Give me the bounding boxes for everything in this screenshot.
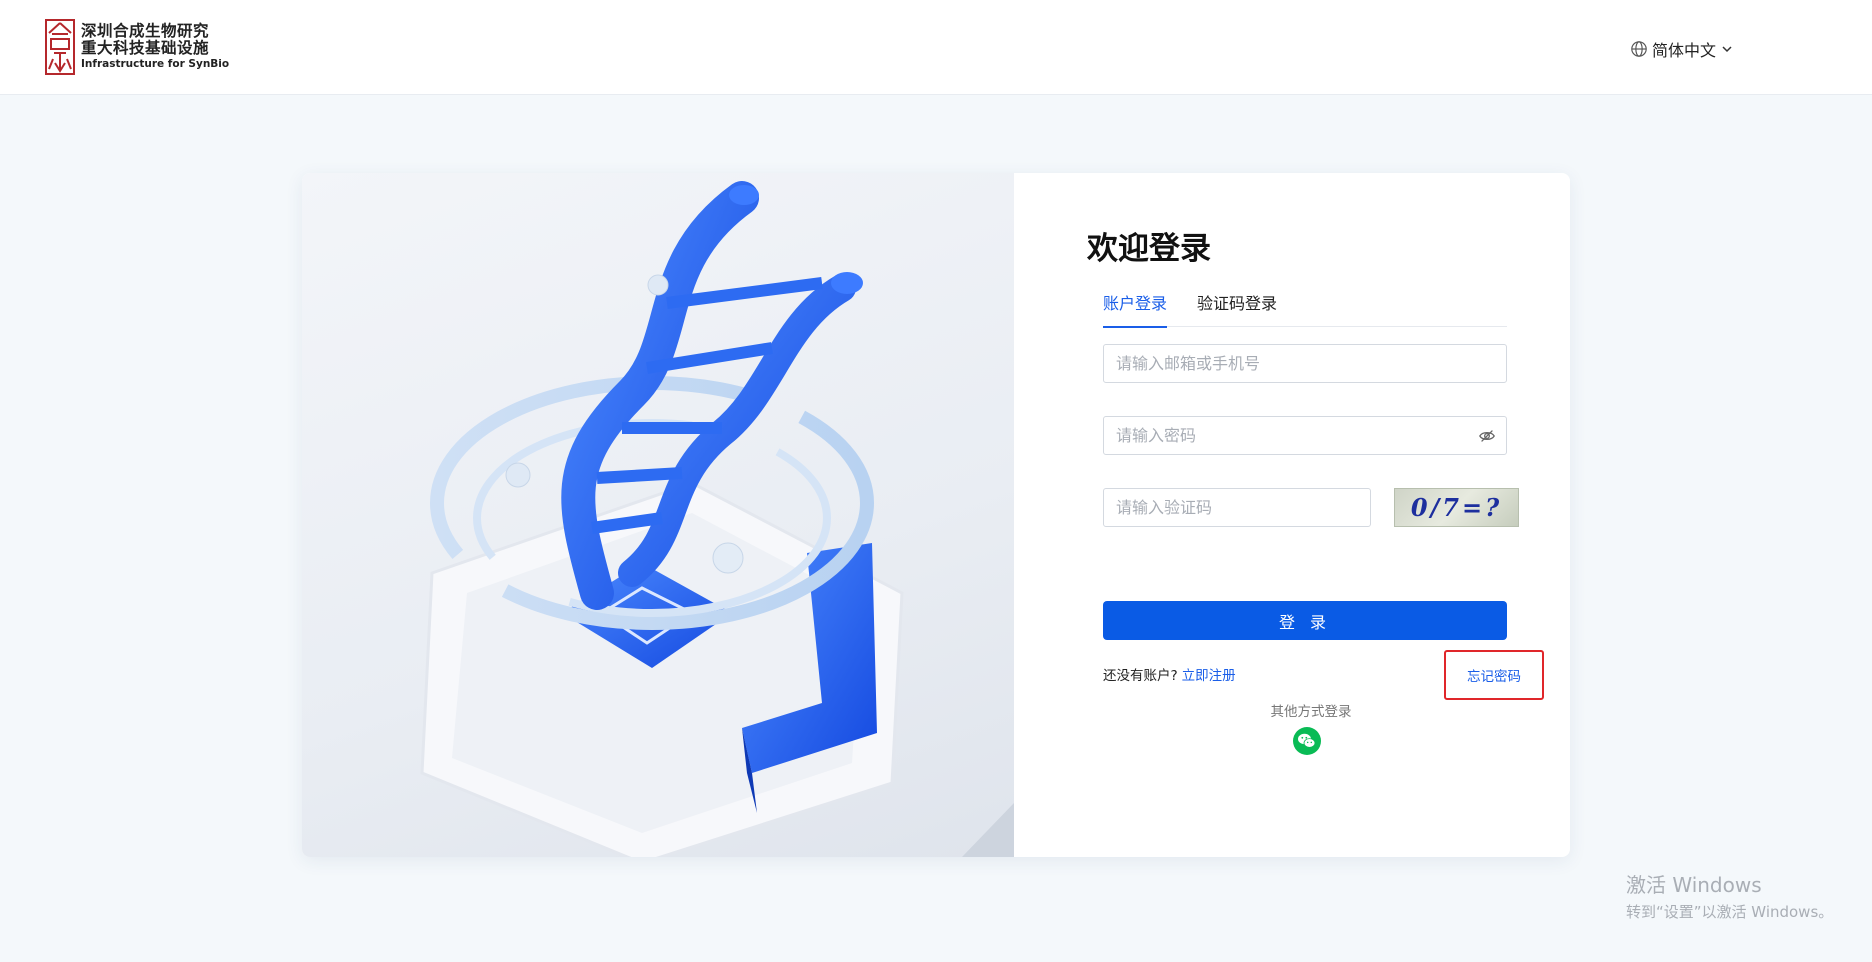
logo-seal-icon (45, 19, 75, 75)
windows-activation-watermark: 激活 Windows 转到“设置”以激活 Windows。 (1626, 869, 1833, 922)
tab-account-login[interactable]: 账户登录 (1103, 291, 1168, 328)
page-title: 欢迎登录 (1087, 231, 1211, 267)
watermark-line-2: 转到“设置”以激活 Windows。 (1626, 903, 1834, 921)
register-link[interactable]: 立即注册 (1182, 668, 1236, 684)
login-card: 欢迎登录 账户登录 验证码登录 0/7=? 登 录 还没有账户?立即注册 忘记密… (302, 173, 1570, 857)
dna-illustration (302, 173, 1014, 857)
account-input[interactable] (1104, 345, 1506, 382)
captcha-image[interactable]: 0/7=? (1394, 488, 1519, 527)
forgot-password-link[interactable]: 忘记密码 (1467, 665, 1521, 685)
account-field (1103, 344, 1507, 383)
eye-slash-icon[interactable] (1478, 427, 1496, 445)
wechat-icon[interactable] (1293, 727, 1321, 755)
logo[interactable]: 深圳合成生物研究 重大科技基础设施 Infrastructure for Syn… (45, 19, 229, 75)
forgot-password-highlight: 忘记密码 (1444, 650, 1544, 700)
chevron-down-icon (1722, 46, 1732, 53)
language-selector[interactable]: 简体中文 (1630, 37, 1733, 61)
register-row: 还没有账户? 立即注册 (1103, 664, 1236, 684)
login-button[interactable]: 登 录 (1103, 601, 1507, 640)
globe-icon (1631, 41, 1647, 57)
tab-code-login[interactable]: 验证码登录 (1197, 291, 1277, 327)
password-input[interactable] (1104, 417, 1506, 454)
top-header: 深圳合成生物研究 重大科技基础设施 Infrastructure for Syn… (0, 0, 1872, 95)
password-field (1103, 416, 1507, 455)
captcha-input[interactable] (1104, 489, 1370, 526)
captcha-field (1103, 488, 1371, 527)
language-label: 简体中文 (1652, 41, 1717, 60)
logo-line-2: 重大科技基础设施 (81, 39, 210, 58)
login-form: 欢迎登录 账户登录 验证码登录 0/7=? 登 录 还没有账户?立即注册 忘记密… (1014, 173, 1570, 857)
no-account-text: 还没有账户? (1103, 668, 1178, 684)
other-login-label: 其他方式登录 (1270, 704, 1352, 720)
logo-text: 深圳合成生物研究 重大科技基础设施 Infrastructure for Syn… (81, 21, 230, 71)
logo-line-1: 深圳合成生物研究 (81, 21, 210, 40)
login-tabs: 账户登录 验证码登录 (1103, 291, 1507, 328)
dna-illustration-graphic (420, 181, 1014, 857)
logo-line-3: Infrastructure for SynBio (81, 58, 230, 71)
watermark-line-1: 激活 Windows (1626, 873, 1762, 897)
